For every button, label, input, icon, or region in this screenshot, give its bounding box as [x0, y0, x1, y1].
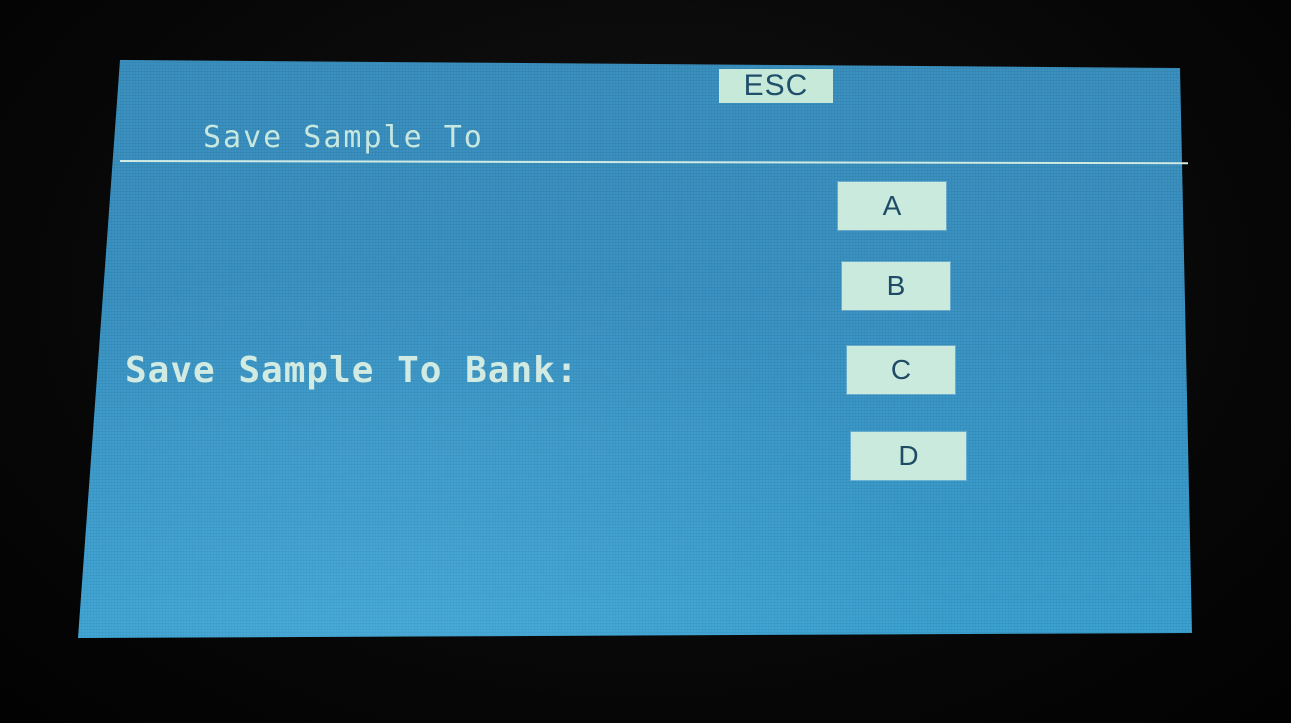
- bank-b-button[interactable]: B: [842, 262, 950, 310]
- bank-prompt-label: Save Sample To Bank:: [125, 350, 579, 391]
- esc-button[interactable]: ESC: [719, 69, 833, 103]
- bank-c-button[interactable]: C: [847, 346, 955, 394]
- page-title: Save Sample To: [203, 120, 484, 155]
- device-bezel: ESC Save Sample To Save Sample To Bank: …: [0, 0, 1291, 723]
- bank-d-button[interactable]: D: [851, 432, 966, 480]
- bank-a-button[interactable]: A: [838, 182, 946, 230]
